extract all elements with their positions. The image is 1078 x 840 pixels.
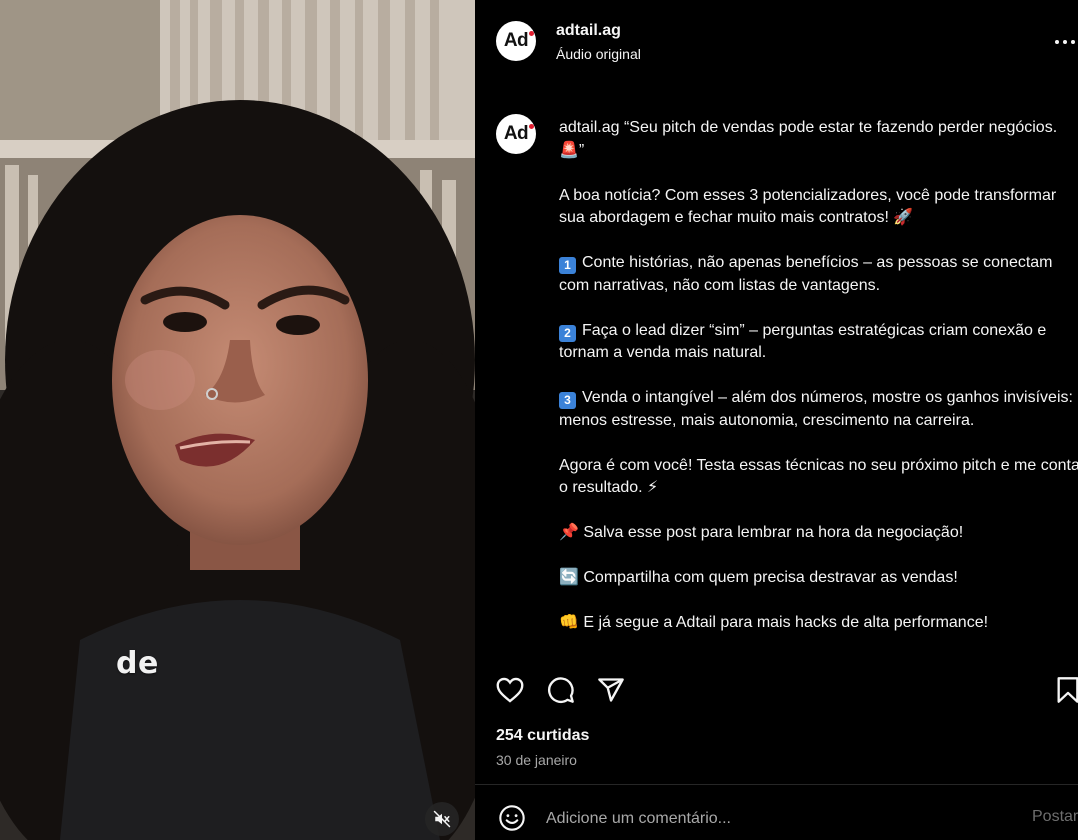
caption-avatar[interactable]: Ad [496,114,536,154]
video-subtitle-word: de [116,646,159,681]
video-frame [0,0,475,840]
share-button[interactable] [596,675,626,705]
keycap-2-icon: 2 [559,324,576,342]
caption-headline: “Seu pitch de vendas pode estar te fazen… [559,119,1058,159]
caption-paragraph: Agora é com você! Testa essas técnicas n… [559,456,1078,497]
post-comment-button[interactable]: Postar [1032,808,1078,826]
more-options-icon[interactable] [1055,40,1075,44]
audio-label[interactable]: Áudio original [556,46,641,62]
comment-input[interactable] [546,806,1016,832]
reel-video[interactable]: de [0,0,475,840]
avatar-logo-text: Ad [504,123,535,145]
caption-username[interactable]: adtail.ag [559,119,620,136]
speaker-muted-icon [433,810,451,828]
caption-tip-3: 3 Venda o intangível – além dos números, … [559,387,1078,432]
likes-count[interactable]: 254 curtidas [496,727,589,745]
comment-button[interactable] [546,675,576,705]
divider [475,784,1078,785]
bookmark-icon [1057,677,1078,703]
caption-paragraph: 📌 Salva esse post para lembrar na hora d… [559,524,964,541]
avatar-logo-dot [529,31,535,36]
heart-icon [496,677,524,703]
like-button[interactable] [495,675,525,705]
caption-paragraph: A boa notícia? Com esses 3 potencializad… [559,186,1057,227]
post-side-panel: Ad adtail.ag Áudio original Ad adtail.ag… [475,0,1078,840]
smiley-icon [499,805,525,831]
save-button[interactable] [1053,675,1078,705]
caption-tip-text: Conte histórias, não apenas benefícios –… [559,254,1053,294]
avatar-logo-dot [529,124,535,129]
caption-paragraph: 👊 E já segue a Adtail para mais hacks de… [559,614,989,631]
caption-tip-1: 1 Conte histórias, não apenas benefícios … [559,252,1078,297]
header-avatar[interactable]: Ad [496,21,536,61]
header-username[interactable]: adtail.ag [556,22,621,40]
caption-tip-text: Faça o lead dizer “sim” – perguntas estr… [559,321,1047,362]
avatar-logo-text: Ad [504,30,535,52]
comment-icon [548,677,574,703]
caption-tip-text: Venda o intangível – além dos números, m… [559,389,1073,429]
caption-paragraph: 🔄 Compartilha com quem precisa destravar… [559,569,958,586]
caption-tip-2: 2 Faça o lead dizer “sim” – perguntas est… [559,320,1078,365]
share-icon [598,678,624,702]
post-caption: adtail.ag “Seu pitch de vendas pode esta… [559,117,1078,657]
emoji-picker-button[interactable] [497,803,527,833]
keycap-1-icon: 1 [559,257,576,274]
keycap-3-icon: 3 [559,392,576,409]
mute-button[interactable] [425,802,459,836]
post-date[interactable]: 30 de janeiro [496,752,577,768]
